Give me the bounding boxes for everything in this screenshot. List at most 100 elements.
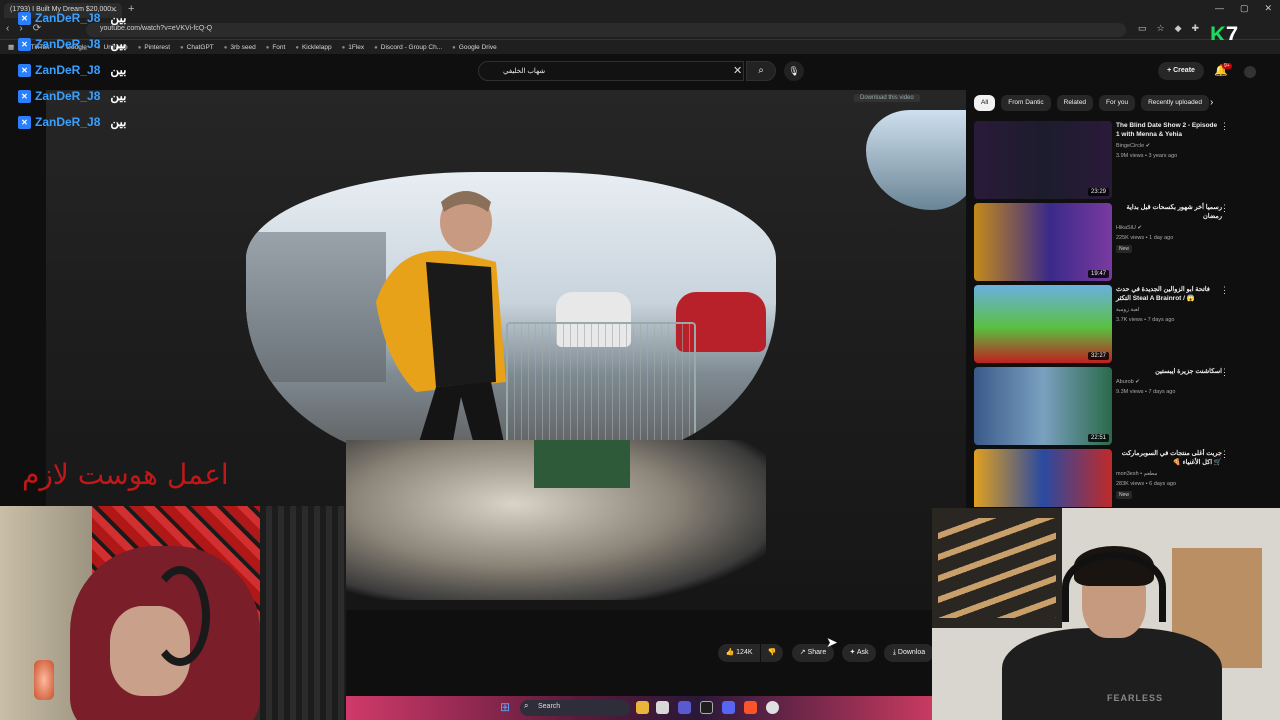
chat-badge-icon: ✕ xyxy=(18,115,31,129)
video-meta: 3.7K views • 7 days ago xyxy=(1116,317,1175,323)
channel-name[interactable]: mon3esh • مطعم xyxy=(1116,471,1216,477)
sparkle-icon: ✦ xyxy=(849,649,856,656)
chip-related[interactable]: Related xyxy=(1056,95,1094,111)
avatar[interactable] xyxy=(1244,66,1256,78)
discord-icon[interactable] xyxy=(722,701,735,714)
minimize-button[interactable]: — xyxy=(1215,3,1224,14)
more-options-icon[interactable]: ⋮ xyxy=(1220,367,1229,378)
bookmark-item[interactable]: Font xyxy=(266,44,285,51)
video-scene-side-window xyxy=(866,110,966,210)
app-icon[interactable] xyxy=(700,701,713,714)
chip-from-channel[interactable]: From Dantic xyxy=(1001,95,1051,111)
star-icon[interactable]: ☆ xyxy=(1157,23,1165,34)
video-title[interactable]: فاتحة ابو الزوالين الجديدة في حدث التكثر… xyxy=(1116,285,1222,303)
chat-message: ✕ ZanDeR_J8 بين xyxy=(18,89,126,103)
create-button[interactable]: + Create xyxy=(1158,62,1204,80)
more-options-icon[interactable]: ⋮ xyxy=(1220,449,1229,460)
search-icon: ⌕ xyxy=(758,65,764,76)
channel-name[interactable]: Aburob ✔ xyxy=(1116,379,1216,385)
video-title[interactable]: اسكاشنت جزيرة ايبستين xyxy=(1116,367,1222,376)
video-title[interactable]: جربت أغلى منتجات في السوبرماركت 🛒 اكل ال… xyxy=(1116,449,1222,467)
windows-start-icon[interactable]: ⊞ xyxy=(500,700,510,714)
clear-search-icon[interactable]: ✕ xyxy=(733,64,742,77)
filter-chips: All From Dantic Related For you Recently… xyxy=(974,95,1209,111)
chrome-icon[interactable] xyxy=(766,701,779,714)
bookmark-item[interactable]: Discord - Group Ch... xyxy=(374,44,442,51)
bookmark-item[interactable]: 3rb seed xyxy=(224,44,255,51)
bookmark-item[interactable]: Pinterest xyxy=(138,44,170,51)
mouse-cursor-icon: ➤ xyxy=(826,634,838,650)
microphone-icon: 🎙 xyxy=(788,66,800,76)
chip-recently-uploaded[interactable]: Recently uploaded xyxy=(1141,95,1209,111)
brave-icon[interactable] xyxy=(744,701,757,714)
duration-badge: 19:47 xyxy=(1087,270,1109,278)
search-input[interactable]: شهاب الخليفي xyxy=(478,61,744,81)
puzzle-icon[interactable]: ✚ xyxy=(1192,23,1200,34)
chip-all[interactable]: All xyxy=(974,95,996,111)
recommended-video[interactable]: 32:27 فاتحة ابو الزوالين الجديدة في حدث … xyxy=(974,285,1274,365)
extensions-bar: ▭ ☆ ◆ ✚ xyxy=(1138,23,1199,34)
recommended-video[interactable]: 19:47 رسميا أخر شهور بكسحات قبل بداية رم… xyxy=(974,203,1274,283)
address-bar[interactable]: youtube.com/watch?v=eVKVi-fcQ-Q xyxy=(86,23,1126,37)
thumbs-up-icon: 👍 xyxy=(725,649,735,656)
video-title[interactable]: The Blind Date Show 2 - Episode 1 with M… xyxy=(1116,121,1222,139)
webcam-left-acoustic-foam xyxy=(260,506,346,720)
video-thumbnail[interactable] xyxy=(974,449,1112,507)
channel-name[interactable]: BingeCircle ✔ xyxy=(1116,143,1216,149)
recommended-video[interactable]: 23:29 The Blind Date Show 2 - Episode 1 … xyxy=(974,121,1274,201)
new-tab-button[interactable]: + xyxy=(128,3,134,15)
download-icon: ⤓ xyxy=(892,649,896,656)
recommended-video[interactable]: 22:51 اسكاشنت جزيرة ايبستين Aburob ✔ 9.3… xyxy=(974,367,1274,447)
chevron-right-icon[interactable]: › xyxy=(1210,97,1213,108)
video-thumbnail[interactable]: 19:47 xyxy=(974,203,1112,281)
duration-badge: 32:27 xyxy=(1087,352,1109,360)
search-button[interactable]: ⌕ xyxy=(746,61,776,81)
video-scene-rear-window xyxy=(246,172,776,462)
bookmark-item[interactable]: ChatGPT xyxy=(180,44,214,51)
video-thumbnail[interactable]: 22:51 xyxy=(974,367,1112,445)
video-thumbnail[interactable]: 32:27 xyxy=(974,285,1112,363)
app-icon[interactable] xyxy=(678,701,691,714)
duration-badge: 23:29 xyxy=(1087,188,1109,196)
close-window-button[interactable]: ✕ xyxy=(1264,3,1272,14)
file-explorer-icon[interactable] xyxy=(636,701,649,714)
like-button[interactable]: 👍 124K xyxy=(718,644,760,662)
store-icon[interactable] xyxy=(656,701,669,714)
bookmarks-bar: ▦ TikTok Google Uniregle Pinterest ChatG… xyxy=(0,40,1280,54)
webcam-left-headset xyxy=(150,566,210,666)
channel-name[interactable]: HikaSiU ✔ xyxy=(1116,225,1216,231)
webcam-right-leaf-pattern xyxy=(938,518,1056,618)
chat-badge-icon: ✕ xyxy=(18,37,31,51)
back-button[interactable]: ‹ xyxy=(6,23,9,34)
chip-for-you[interactable]: For you xyxy=(1099,95,1136,111)
download-button[interactable]: ⤓ Downloa xyxy=(884,644,934,662)
extension-icon[interactable]: ◆ xyxy=(1175,23,1182,34)
video-meta: 283K views • 6 days ago xyxy=(1116,481,1177,487)
taskbar-search[interactable]: Search xyxy=(520,700,630,716)
chat-badge-icon: ✕ xyxy=(18,89,31,103)
more-options-icon[interactable]: ⋮ xyxy=(1220,121,1229,132)
maximize-button[interactable]: ▢ xyxy=(1240,3,1249,14)
bookmark-item[interactable]: 1Flex xyxy=(342,44,364,51)
apps-icon[interactable]: ▦ xyxy=(8,43,14,51)
ask-button[interactable]: ✦ Ask xyxy=(842,644,876,662)
video-title[interactable]: رسميا أخر شهور بكسحات قبل بداية رمضان xyxy=(1116,203,1222,221)
chat-message: ✕ ZanDeR_J8 بين xyxy=(18,63,126,77)
webcam-right-shirt-text: FEARLESS xyxy=(1107,693,1164,703)
webcam-left-lamp xyxy=(34,660,54,700)
voice-search-button[interactable]: 🎙 xyxy=(784,61,804,81)
dislike-button[interactable]: 👎 xyxy=(761,644,783,662)
download-video-hint[interactable]: Download this video xyxy=(854,94,920,102)
tab-strip xyxy=(0,0,1280,20)
recommended-video[interactable]: جربت أغلى منتجات في السوبرماركت 🛒 اكل ال… xyxy=(974,449,1274,507)
more-options-icon[interactable]: ⋮ xyxy=(1220,285,1229,296)
bookmark-item[interactable]: Google Drive xyxy=(452,44,497,51)
share-icon: ↗ xyxy=(799,649,806,656)
new-badge: New xyxy=(1116,245,1133,253)
channel-name[interactable]: لعبة زومبة xyxy=(1116,307,1216,313)
more-options-icon[interactable]: ⋮ xyxy=(1220,203,1229,214)
video-thumbnail[interactable]: 23:29 xyxy=(974,121,1112,199)
chat-message: ✕ ZanDeR_J8 بين xyxy=(18,37,126,51)
cast-icon[interactable]: ▭ xyxy=(1138,23,1147,34)
bookmark-item[interactable]: Kicklelapp xyxy=(295,44,332,51)
